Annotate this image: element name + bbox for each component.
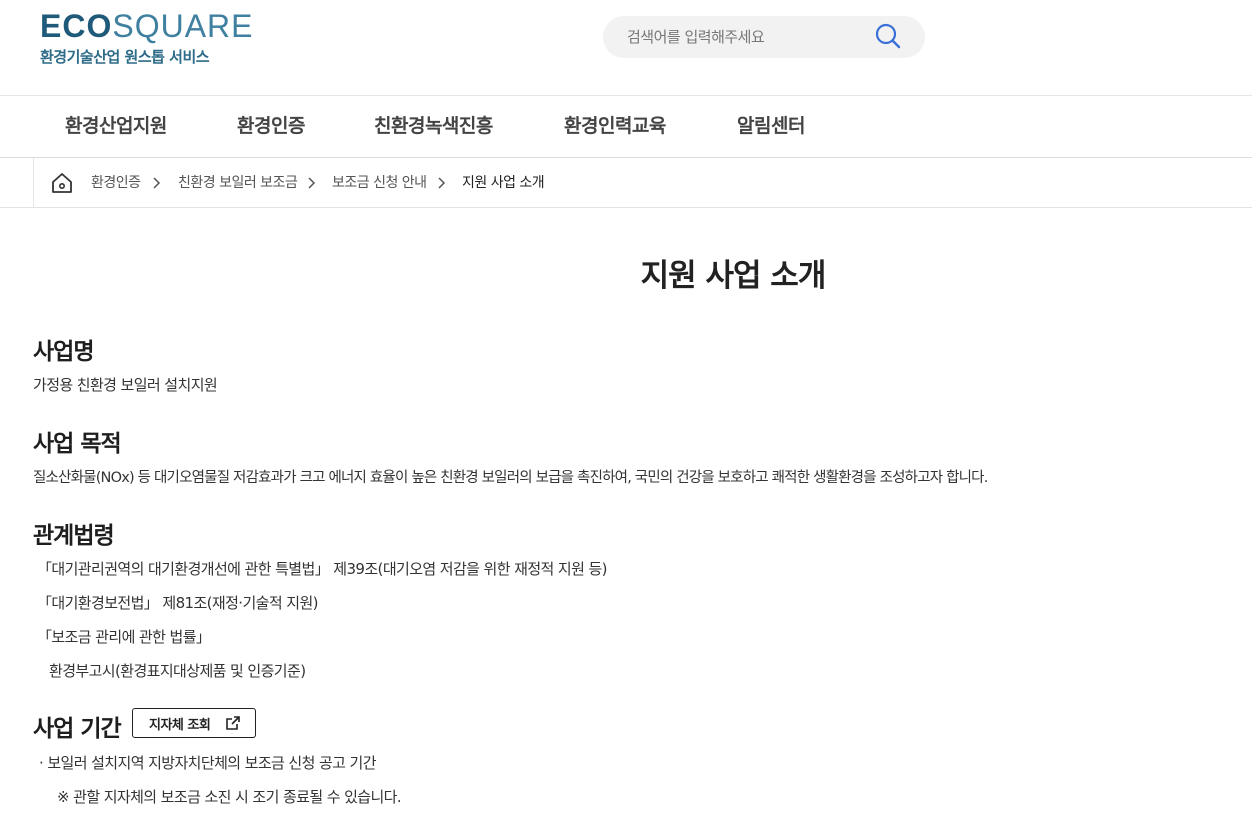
breadcrumb: 환경인증 친환경 보일러 보조금 보조금 신청 안내 지원 사업 소개 — [0, 158, 1252, 208]
search-bar — [603, 16, 925, 58]
breadcrumb-item-application-guide[interactable]: 보조금 신청 안내 — [332, 158, 427, 208]
chevron-right-icon — [153, 177, 161, 189]
section-title-purpose: 사업 목적 — [33, 431, 122, 457]
logo-wordmark: ECOSQUARE — [40, 8, 253, 44]
chevron-right-icon — [438, 177, 446, 189]
main-nav: 환경산업지원 환경인증 친환경녹색진흥 환경인력교육 알림센터 — [0, 96, 1252, 158]
section-title-related-laws: 관계법령 — [33, 523, 115, 549]
search-button[interactable] — [871, 21, 905, 53]
search-input[interactable] — [627, 16, 867, 58]
breadcrumb-divider — [33, 158, 34, 208]
breadcrumb-item-current: 지원 사업 소개 — [462, 175, 545, 191]
section-title-business-name: 사업명 — [33, 339, 94, 365]
page-title: 지원 사업 소개 — [640, 258, 827, 294]
business-name-text: 가정용 친환경 보일러 설치지원 — [33, 376, 218, 394]
law-item: 「대기관리권역의 대기환경개선에 관한 특별법」 제39조(대기오염 저감을 위… — [37, 560, 608, 578]
law-item: 「보조금 관리에 관한 법률」 — [37, 628, 211, 646]
logo-subtitle: 환경기술산업 원스톱 서비스 — [40, 48, 210, 66]
lookup-button-label: 지자체 조회 — [149, 717, 211, 733]
nav-item-certification[interactable]: 환경인증 — [237, 96, 305, 158]
search-icon — [875, 23, 901, 48]
site-header: ECOSQUARE 환경기술산업 원스톱 서비스 — [0, 0, 1252, 96]
logo-square: SQUARE — [112, 8, 254, 44]
nav-item-notice-center[interactable]: 알림센터 — [737, 96, 805, 158]
law-item: 「대기환경보전법」 제81조(재정·기술적 지원) — [37, 594, 319, 612]
law-item: 환경부고시(환경표지대상제품 및 인증기준) — [49, 662, 306, 680]
external-link-icon — [226, 716, 240, 730]
section-title-business-period: 사업 기간 — [33, 716, 122, 742]
nav-item-education[interactable]: 환경인력교육 — [564, 96, 666, 158]
breadcrumb-item-boiler-subsidy[interactable]: 친환경 보일러 보조금 — [178, 158, 298, 208]
nav-item-green-promotion[interactable]: 친환경녹색진흥 — [374, 96, 493, 158]
home-icon[interactable] — [50, 171, 74, 195]
logo-eco: ECO — [40, 8, 113, 44]
breadcrumb-item-certification[interactable]: 환경인증 — [91, 158, 141, 208]
site-logo[interactable]: ECOSQUARE 환경기술산업 원스톱 서비스 — [40, 8, 253, 67]
nav-item-industry-support[interactable]: 환경산업지원 — [65, 96, 167, 158]
period-text: · 보일러 설치지역 지방자치단체의 보조금 신청 공고 기간 — [39, 754, 377, 772]
period-note: ※ 관할 지자체의 보조금 소진 시 조기 종료될 수 있습니다. — [57, 788, 402, 806]
purpose-text: 질소산화물(NOx) 등 대기오염물질 저감효과가 크고 에너지 효율이 높은 … — [33, 470, 988, 486]
local-government-lookup-button[interactable]: 지자체 조회 — [132, 708, 256, 738]
chevron-right-icon — [308, 177, 316, 189]
